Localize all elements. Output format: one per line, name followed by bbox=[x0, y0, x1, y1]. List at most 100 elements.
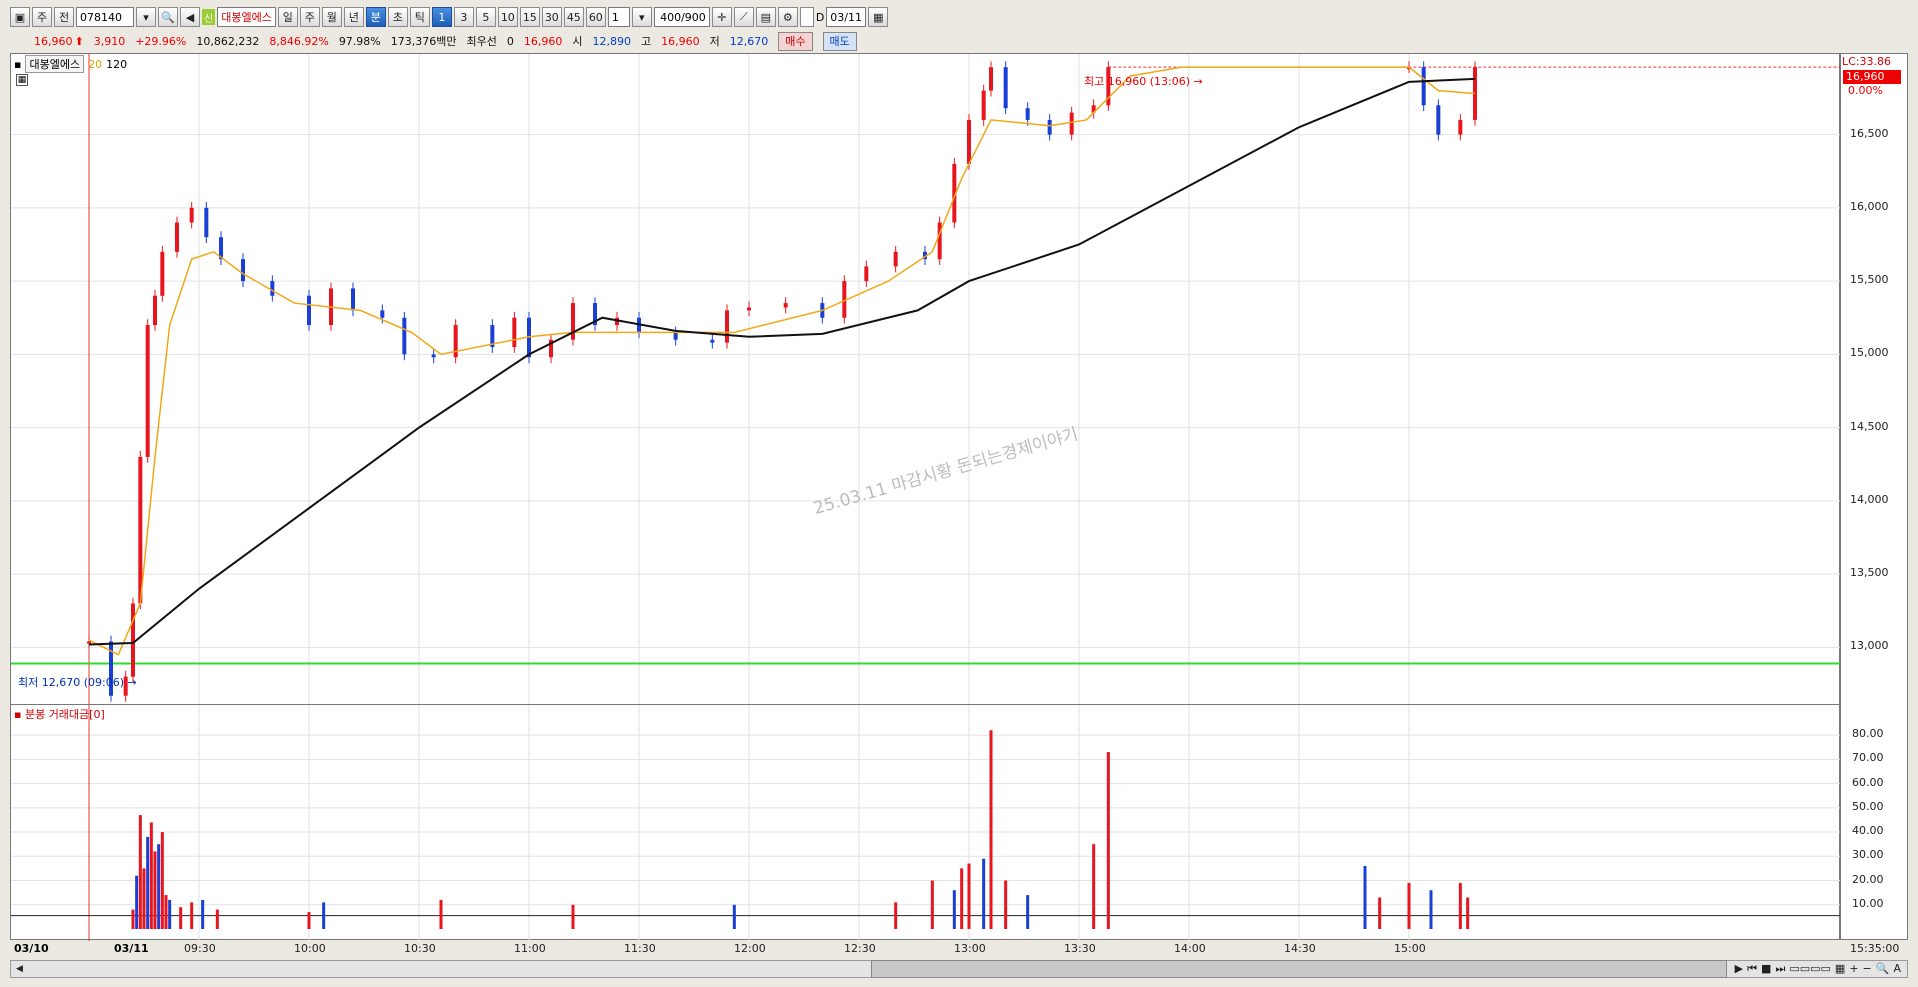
dropdown-arrow-icon[interactable]: ▾ bbox=[631, 7, 652, 27]
gear-icon[interactable]: ⚙ bbox=[777, 7, 798, 27]
interval-button[interactable]: 10 bbox=[497, 7, 518, 27]
stop-icon[interactable]: ■ bbox=[1761, 962, 1771, 976]
calendar-icon[interactable]: ▦ bbox=[868, 7, 889, 27]
buy-button[interactable]: 매수 bbox=[778, 31, 813, 51]
interval-button[interactable]: 5 bbox=[475, 7, 496, 27]
candle bbox=[160, 251, 165, 296]
price-tick-label: 16,000 bbox=[1850, 199, 1889, 213]
date-checkbox[interactable] bbox=[799, 7, 814, 27]
search-icon[interactable]: 🔍 bbox=[158, 7, 178, 27]
quote-row: 16,960 ⬆ 3,910 +29.96% 10,862,232 8,846.… bbox=[10, 31, 857, 51]
interval-button[interactable]: 3 bbox=[453, 7, 474, 27]
candle bbox=[87, 641, 91, 644]
ruler-icon[interactable]: ▭▭▭▭ bbox=[1789, 962, 1831, 976]
grid-icon[interactable]: ▦ bbox=[16, 74, 28, 86]
market-type-select[interactable]: 주 bbox=[32, 7, 52, 27]
scroll-right-icon[interactable]: ▶ bbox=[1735, 962, 1743, 976]
crosshair-icon[interactable]: ✛ bbox=[711, 7, 732, 27]
volume-bar bbox=[201, 899, 205, 929]
legend-toggle-icon[interactable]: ▪ bbox=[14, 58, 21, 71]
period-year-button[interactable]: 년 bbox=[343, 7, 364, 27]
time-tick-label: 14:00 bbox=[1174, 942, 1206, 955]
open-price: 12,890 bbox=[592, 34, 632, 48]
time-tick-label: 11:00 bbox=[514, 942, 546, 955]
interval-button[interactable]: 45 bbox=[563, 7, 584, 27]
high-label: 고 bbox=[641, 35, 652, 48]
candle bbox=[967, 119, 971, 164]
zoom-out-icon[interactable]: − bbox=[1863, 962, 1872, 976]
scroll-left-icon[interactable]: ◀ bbox=[12, 962, 27, 976]
window-icon[interactable]: ▣ bbox=[10, 7, 30, 27]
period-minute-button[interactable]: 분 bbox=[365, 7, 386, 27]
trade-amount: 173,376백만 bbox=[390, 35, 457, 48]
candle bbox=[710, 339, 715, 343]
date-label: 03/10 bbox=[14, 942, 49, 955]
ma120-line bbox=[88, 77, 1476, 646]
low-label: 저 bbox=[709, 35, 720, 48]
volume-bar bbox=[1466, 897, 1470, 929]
dropdown-arrow-icon[interactable]: ▾ bbox=[136, 7, 156, 27]
candle bbox=[145, 325, 150, 457]
volume-bar bbox=[930, 880, 934, 929]
volume-bar bbox=[1004, 880, 1008, 929]
magnifier-icon[interactable]: 🔍 bbox=[1876, 962, 1890, 976]
candle bbox=[1436, 105, 1441, 135]
line-tool-icon[interactable]: ⟋ bbox=[733, 7, 754, 27]
time-tick-label: 10:00 bbox=[294, 942, 326, 955]
volume-chart-area[interactable] bbox=[10, 704, 1841, 941]
candle bbox=[153, 295, 157, 326]
volume-bar bbox=[732, 904, 736, 929]
interval-input[interactable]: 1 bbox=[607, 7, 630, 27]
candle bbox=[1047, 119, 1052, 135]
period-month-button[interactable]: 월 bbox=[321, 7, 342, 27]
layout-icon[interactable]: ▦ bbox=[1835, 962, 1845, 976]
stock-name: 대봉엘에스 bbox=[217, 7, 276, 27]
time-tick-label: 09:30 bbox=[184, 942, 216, 955]
stock-code-input[interactable]: 078140 bbox=[76, 7, 134, 27]
volume-bar bbox=[1026, 895, 1030, 929]
prefix-button[interactable]: 전 bbox=[54, 7, 74, 27]
candle bbox=[351, 288, 355, 311]
current-price: 16,960 bbox=[34, 34, 73, 48]
sell-button[interactable]: 매도 bbox=[822, 31, 857, 51]
price-chart-svg bbox=[11, 54, 1841, 706]
interval-button[interactable]: 1 bbox=[431, 7, 452, 27]
volume-tick-label: 60.00 bbox=[1852, 775, 1884, 789]
candle bbox=[175, 222, 179, 252]
horizontal-scrollbar[interactable]: ◀ ▶ ⏮ ■ ⏭ ▭▭▭▭ ▦ + − 🔍 A bbox=[10, 960, 1908, 978]
period-week-button[interactable]: 주 bbox=[299, 7, 320, 27]
font-size-icon[interactable]: A bbox=[1893, 962, 1901, 976]
period-day-button[interactable]: 일 bbox=[277, 7, 298, 27]
date-field[interactable]: 03/11 bbox=[826, 7, 867, 27]
low-annotation: 최저 12,670 (09:06) → bbox=[18, 676, 137, 689]
save-icon[interactable]: ▤ bbox=[755, 7, 776, 27]
volume-bar bbox=[1363, 865, 1367, 929]
zoom-in-icon[interactable]: + bbox=[1849, 962, 1858, 976]
volume-toggle-icon[interactable]: ▪ bbox=[14, 708, 25, 721]
volume-tick-label: 40.00 bbox=[1852, 824, 1884, 838]
last-icon[interactable]: ⏭ bbox=[1775, 962, 1785, 976]
volume-bar bbox=[307, 912, 311, 929]
period-second-button[interactable]: 초 bbox=[387, 7, 408, 27]
volume-bar bbox=[157, 844, 161, 929]
candle bbox=[981, 90, 986, 120]
low-price: 12,670 bbox=[729, 34, 769, 48]
price-chart-area[interactable] bbox=[10, 53, 1841, 706]
candle bbox=[204, 207, 209, 238]
interval-button[interactable]: 15 bbox=[519, 7, 540, 27]
date-label: 03/11 bbox=[114, 942, 149, 955]
period-tick-button[interactable]: 틱 bbox=[409, 7, 430, 27]
volume-bar bbox=[153, 851, 157, 929]
speaker-icon[interactable]: ◀ bbox=[180, 7, 200, 27]
interval-button[interactable]: 60 bbox=[585, 7, 606, 27]
scroll-thumb[interactable] bbox=[871, 960, 1727, 978]
time-tick-label: 15:35:00 bbox=[1850, 942, 1900, 955]
data-count-field[interactable]: 400/900 bbox=[653, 7, 710, 27]
volume-bar bbox=[1378, 897, 1382, 929]
first-icon[interactable]: ⏮ bbox=[1747, 962, 1757, 976]
interval-button[interactable]: 30 bbox=[541, 7, 562, 27]
time-tick-label: 12:00 bbox=[734, 942, 766, 955]
volume-bar bbox=[131, 909, 135, 929]
price-tick-label: 16,500 bbox=[1850, 126, 1889, 140]
candle bbox=[989, 67, 993, 91]
